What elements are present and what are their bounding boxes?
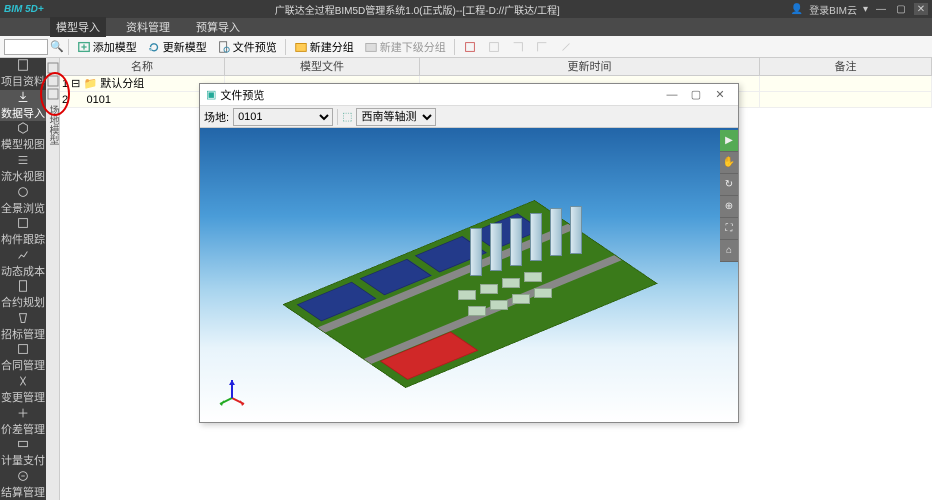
pv-tool-hand[interactable]: ✋: [720, 152, 738, 174]
preview-minimize[interactable]: —: [660, 89, 684, 101]
sidebar-panorama[interactable]: 全景浏览: [0, 184, 46, 216]
update-model-button[interactable]: 更新模型: [143, 38, 211, 56]
preview-close[interactable]: ✕: [708, 88, 732, 101]
pv-tool-fit[interactable]: ⛶: [720, 218, 738, 240]
vs-icon-2[interactable]: [47, 75, 59, 87]
vs-icon-3[interactable]: [47, 88, 59, 100]
vs-icon-1[interactable]: [47, 62, 59, 74]
pv-tool-rotate[interactable]: ↻: [720, 174, 738, 196]
menu-material[interactable]: 资料管理: [120, 17, 176, 37]
user-icon[interactable]: 👤: [791, 4, 803, 15]
tool-icon-2[interactable]: [483, 38, 505, 56]
scene-select[interactable]: 0101: [233, 108, 333, 126]
sidebar-model-view[interactable]: 模型视图: [0, 121, 46, 153]
window-title: 广联达全过程BIM5D管理系统1.0(正式版)--[工程-D://广联达/工程]: [44, 2, 791, 17]
preview-title: 文件预览: [220, 87, 660, 103]
sidebar-price-diff[interactable]: 价差管理: [0, 405, 46, 437]
sidebar-dynamic-cost[interactable]: 动态成本: [0, 247, 46, 279]
sidebar-contract-mgmt[interactable]: 合同管理: [0, 342, 46, 374]
view-icon: ⬚: [342, 110, 352, 123]
add-model-button[interactable]: 添加模型: [73, 38, 141, 56]
sidebar-change-mgmt[interactable]: 变更管理: [0, 374, 46, 406]
grid-header: 名称 模型文件 更新时间 备注: [60, 58, 932, 76]
col-time[interactable]: 更新时间: [420, 58, 760, 75]
app-logo: BIM 5D+: [4, 4, 44, 15]
sidebar-settlement[interactable]: 结算管理: [0, 469, 46, 500]
sidebar: 项目资料 数据导入 模型视图 流水视图 全景浏览 构件跟踪 动态成本 合约规划 …: [0, 58, 46, 500]
sidebar-contract-plan[interactable]: 合约规划: [0, 279, 46, 311]
tool-icon-1[interactable]: [459, 38, 481, 56]
preview-side-toolbar: ▶ ✋ ↻ ⊕ ⛶ ⌂: [720, 130, 738, 262]
axis-gizmo: [214, 374, 250, 410]
pv-tool-zoom[interactable]: ⊕: [720, 196, 738, 218]
pv-tool-home[interactable]: ⌂: [720, 240, 738, 262]
preview-maximize[interactable]: ▢: [684, 88, 708, 101]
file-preview-button[interactable]: 文件预览: [213, 38, 281, 56]
menu-budget[interactable]: 预算导入: [190, 17, 246, 37]
tool-icon-5[interactable]: [555, 38, 577, 56]
search-icon[interactable]: 🔍: [50, 40, 64, 53]
view-select[interactable]: 西南等轴测: [356, 108, 436, 126]
vstrip-label[interactable]: 场地模型: [45, 105, 60, 145]
preview-canvas[interactable]: [200, 128, 738, 422]
new-group-button[interactable]: 新建分组: [290, 38, 358, 56]
col-note[interactable]: 备注: [760, 58, 932, 75]
preview-icon: ▣: [206, 88, 216, 101]
minimize-button[interactable]: —: [874, 3, 888, 15]
close-button[interactable]: ✕: [914, 3, 928, 15]
sidebar-bidding[interactable]: 招标管理: [0, 311, 46, 343]
menu-model-import[interactable]: 模型导入: [50, 17, 106, 37]
sidebar-project-info[interactable]: 项目资料: [0, 58, 46, 90]
scene-label: 场地:: [204, 109, 229, 125]
dropdown-icon[interactable]: ▾: [863, 4, 868, 15]
col-file[interactable]: 模型文件: [225, 58, 420, 75]
col-name[interactable]: 名称: [60, 58, 225, 75]
new-subgroup-button[interactable]: 新建下级分组: [360, 38, 450, 56]
pv-tool-pointer[interactable]: ▶: [720, 130, 738, 152]
sidebar-measure-pay[interactable]: 计量支付: [0, 437, 46, 469]
sidebar-component-track[interactable]: 构件跟踪: [0, 216, 46, 248]
file-preview-window: ▣ 文件预览 — ▢ ✕ 场地: 0101 ⬚ 西南等轴测: [199, 83, 739, 423]
sidebar-flow-view[interactable]: 流水视图: [0, 153, 46, 185]
tool-icon-3[interactable]: [507, 38, 529, 56]
maximize-button[interactable]: ▢: [894, 3, 908, 15]
cloud-login[interactable]: 登录BIM云: [809, 2, 857, 17]
vertical-strip: 场地模型: [46, 58, 60, 500]
menu-bar: 模型导入 资料管理 预算导入: [0, 18, 932, 36]
toolbar: 🔍 添加模型 更新模型 文件预览 新建分组 新建下级分组: [0, 36, 932, 58]
sidebar-data-import[interactable]: 数据导入: [0, 90, 46, 122]
search-input[interactable]: [4, 39, 48, 55]
tool-icon-4[interactable]: [531, 38, 553, 56]
